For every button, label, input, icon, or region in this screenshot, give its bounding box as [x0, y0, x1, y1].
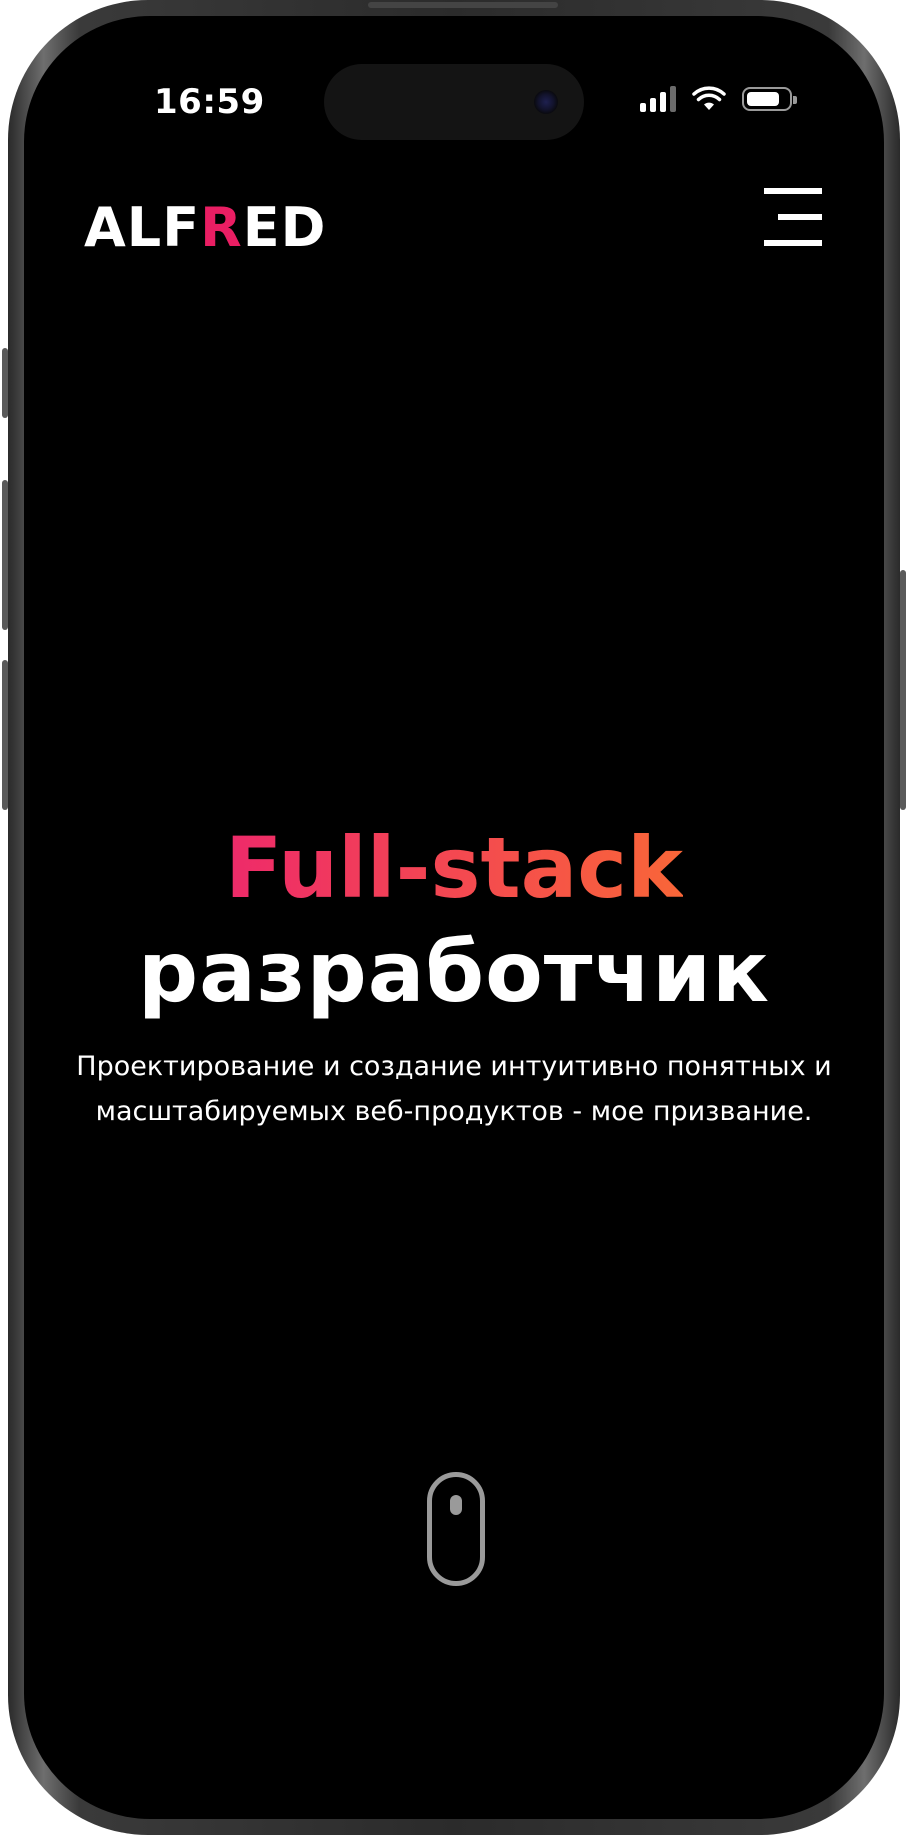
hero-description: Проектирование и создание интуитивно пон…: [76, 1051, 832, 1127]
dynamic-island: [324, 64, 584, 140]
speaker-grille: [368, 2, 558, 8]
mouse-scroll-icon[interactable]: [427, 1472, 485, 1586]
hero-section: Full-stack разработчик Проектирование и …: [24, 816, 884, 1134]
phone-frame: 16:59 ALFRED Full-stack разработчик Прое…: [8, 0, 900, 1835]
logo-accent-letter: R: [200, 196, 243, 259]
hamburger-menu-icon[interactable]: [762, 188, 822, 246]
battery-icon: [742, 87, 797, 111]
side-button-action: [2, 348, 8, 418]
screen: 16:59 ALFRED Full-stack разработчик Прое…: [24, 16, 884, 1819]
status-time: 16:59: [154, 82, 265, 122]
logo-suffix: ED: [242, 196, 327, 259]
logo-prefix: ALF: [84, 196, 201, 259]
side-button-volume-down: [2, 660, 8, 810]
wifi-icon: [692, 86, 726, 110]
site-logo[interactable]: ALFRED: [84, 196, 326, 259]
side-button-volume-up: [2, 480, 8, 630]
cellular-signal-icon: [640, 86, 676, 112]
hero-title: разработчик: [137, 923, 771, 1021]
side-button-power: [900, 570, 906, 810]
mouse-wheel: [450, 1495, 462, 1515]
battery-level: [747, 92, 779, 106]
hero-title-highlight: Full-stack: [225, 816, 683, 920]
front-camera-icon: [534, 90, 558, 114]
status-icons: [640, 86, 797, 112]
